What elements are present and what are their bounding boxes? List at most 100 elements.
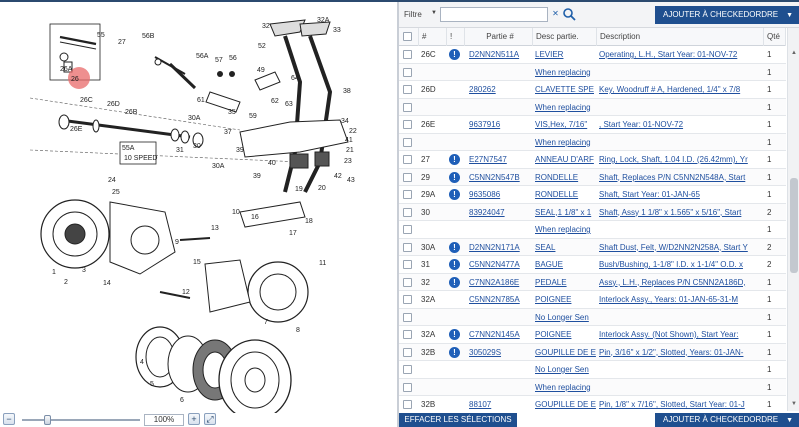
cell-part-link[interactable] <box>469 221 531 238</box>
diagram-callout-label[interactable]: 59 <box>249 113 257 120</box>
scroll-down-icon[interactable]: ▼ <box>790 401 798 409</box>
clear-selection-button[interactable]: EFFACER LES SÉLECTIONS <box>399 413 517 427</box>
cell-part-link[interactable]: 9637916 <box>469 116 531 133</box>
cell-description-link[interactable] <box>599 64 763 81</box>
diagram-callout-label[interactable]: 9 <box>175 239 179 246</box>
diagram-callout-label[interactable]: 25 <box>112 189 120 196</box>
diagram-callout-label[interactable]: 6 <box>180 397 184 404</box>
cell-desc-link[interactable]: GOUPILLE DE E <box>535 396 598 411</box>
chevron-down-icon[interactable]: ▼ <box>431 10 437 16</box>
add-to-checkorder-button[interactable]: AJOUTER À CHECKEDORDRE ▼ <box>655 6 799 24</box>
cell-description-link[interactable]: Interlock Assy., Years: 01-JAN-65-31-M <box>599 291 763 308</box>
cell-description-link[interactable] <box>599 309 763 326</box>
diagram-callout-label[interactable]: 7 <box>264 319 268 326</box>
diagram-callout-label[interactable]: 17 <box>289 230 297 237</box>
diagram-callout-label[interactable]: 64 <box>291 75 299 82</box>
cell-desc-link[interactable]: SEAL,1 1/8" x 1 <box>535 204 598 221</box>
diagram-callout-label[interactable]: 21 <box>346 147 354 154</box>
diagram-callout-label[interactable]: 31 <box>176 147 184 154</box>
table-row[interactable]: When replacing 1 <box>399 221 786 239</box>
diagram-callout-label[interactable]: 38 <box>343 88 351 95</box>
cell-part-link[interactable]: 83924047 <box>469 204 531 221</box>
search-icon[interactable] <box>562 7 576 21</box>
row-checkbox[interactable] <box>403 400 412 409</box>
cell-part-link[interactable]: C7NN2N145A <box>469 326 531 343</box>
cell-part-link[interactable]: C5NN2N785A <box>469 291 531 308</box>
cell-part-link[interactable]: C7NN2A186E <box>469 274 531 291</box>
diagram-callout-label[interactable]: 40 <box>268 160 276 167</box>
cell-part-link[interactable] <box>469 99 531 116</box>
cell-part-link[interactable]: 88107 <box>469 396 531 411</box>
info-icon[interactable]: ! <box>449 346 460 358</box>
diagram-callout-label[interactable]: 41 <box>345 137 353 144</box>
select-all-checkbox[interactable] <box>399 28 419 46</box>
table-row[interactable]: When replacing 1 <box>399 133 786 151</box>
diagram-callout-label[interactable]: 55 <box>97 32 105 39</box>
cell-description-link[interactable]: Shaft, Replaces P/N C5NN2N548A, Start <box>599 169 763 186</box>
diagram-callout-label[interactable]: 26 <box>71 76 79 83</box>
info-icon[interactable]: ! <box>449 259 460 270</box>
scroll-up-icon[interactable]: ▲ <box>790 50 798 58</box>
add-to-checkorder-bottom-button[interactable]: AJOUTER À CHECKEDORDRE ▼ <box>655 413 799 427</box>
cell-description-link[interactable]: Ring, Lock, Shaft, 1.04 I.D. (26.42mm), … <box>599 151 763 168</box>
table-row[interactable]: 32A C5NN2N785A POIGNEE Interlock Assy., Yea… <box>399 291 786 309</box>
column-header-number[interactable]: # <box>419 28 447 46</box>
diagram-callout-label[interactable]: 13 <box>211 225 219 232</box>
cell-description-link[interactable]: , Start Year: 01-NOV-72 <box>599 116 763 133</box>
diagram-callout-label[interactable]: 32 <box>262 23 270 30</box>
diagram-callout-label[interactable]: 12 <box>182 289 190 296</box>
row-checkbox[interactable] <box>403 382 412 392</box>
column-header-flag[interactable]: ! <box>447 28 465 46</box>
table-row[interactable]: 32A! C7NN2N145A POIGNEE Interlock Assy. (No… <box>399 326 786 344</box>
table-row[interactable]: No Longer Sen 1 <box>399 361 786 379</box>
diagram-callout-label[interactable]: 56A <box>196 53 209 60</box>
diagram-callout-label[interactable]: 5 <box>150 381 154 388</box>
cell-description-link[interactable]: Operating, L.H., Start Year: 01-NOV-72 <box>599 46 763 63</box>
zoom-out-button[interactable]: − <box>3 413 15 425</box>
cell-desc-link[interactable]: SEAL <box>535 239 598 256</box>
zoom-slider-track[interactable] <box>22 419 140 421</box>
table-row[interactable]: When replacing 1 <box>399 378 786 396</box>
diagram-callout-label[interactable]: 10 SPEED <box>124 155 157 162</box>
row-checkbox[interactable] <box>403 50 412 59</box>
row-checkbox[interactable] <box>403 85 412 94</box>
info-icon[interactable]: ! <box>449 276 460 288</box>
diagram-callout-label[interactable]: 33 <box>333 27 341 34</box>
diagram-callout-label[interactable]: 39 <box>253 173 261 180</box>
cell-description-link[interactable]: Pin, 3/16" x 1/2", Slotted, Years: 01-JA… <box>599 344 763 361</box>
column-header-desc[interactable]: Desc partie. <box>533 28 597 46</box>
diagram-callout-label[interactable]: 61 <box>197 97 205 104</box>
table-row[interactable]: 27! E27N7547 ANNEAU D'ARF Ring, Lock, Shaft… <box>399 151 786 169</box>
cell-desc-link[interactable]: When replacing <box>535 134 598 151</box>
cell-description-link[interactable]: Shaft, Start Year: 01-JAN-65 <box>599 186 763 203</box>
diagram-callout-label[interactable]: 8 <box>296 327 300 334</box>
diagram-callout-label[interactable]: 16 <box>251 214 259 221</box>
cell-part-link[interactable]: C5NN2N477A <box>469 256 531 273</box>
diagram-callout-label[interactable]: 20 <box>318 185 326 192</box>
vertical-scrollbar[interactable]: ▲ ▼ <box>787 28 799 411</box>
diagram-callout-label[interactable]: 56 <box>229 55 237 62</box>
info-icon[interactable]: ! <box>449 171 460 183</box>
diagram-callout-label[interactable]: 11 <box>319 260 326 267</box>
cell-desc-link[interactable]: GOUPILLE DE E <box>535 344 598 361</box>
column-header-part[interactable]: Partie # <box>465 28 533 46</box>
row-checkbox[interactable] <box>403 225 412 234</box>
cell-description-link[interactable] <box>599 134 763 151</box>
table-row[interactable]: 31! C5NN2N477A BAGUE Bush/Bushing, 1-1/8" I… <box>399 256 786 274</box>
table-row[interactable]: 26C! D2NN2N511A LEVIER Operating, L.H., Sta… <box>399 46 786 64</box>
clear-filter-icon[interactable]: ✕ <box>550 8 561 20</box>
cell-desc-link[interactable]: LEVIER <box>535 46 598 63</box>
cell-part-link[interactable]: D2NN2N511A <box>469 46 531 63</box>
diagram-callout-label[interactable]: 26A <box>60 66 73 73</box>
diagram-callout-label[interactable]: 30A <box>212 163 225 170</box>
column-header-qty[interactable]: Qté <box>764 28 786 46</box>
diagram-callout-label[interactable]: 4 <box>140 359 144 366</box>
cell-description-link[interactable] <box>599 379 763 396</box>
cell-description-link[interactable] <box>599 361 763 378</box>
info-icon[interactable]: ! <box>449 329 460 340</box>
row-checkbox[interactable] <box>403 277 412 287</box>
cell-part-link[interactable]: 280262 <box>469 81 531 98</box>
table-row[interactable]: 32B! 305029S GOUPILLE DE E Pin, 3/16" x 1/2… <box>399 343 786 361</box>
cell-desc-link[interactable]: PEDALE <box>535 274 598 291</box>
diagram-callout-label[interactable]: 56B <box>142 33 155 40</box>
